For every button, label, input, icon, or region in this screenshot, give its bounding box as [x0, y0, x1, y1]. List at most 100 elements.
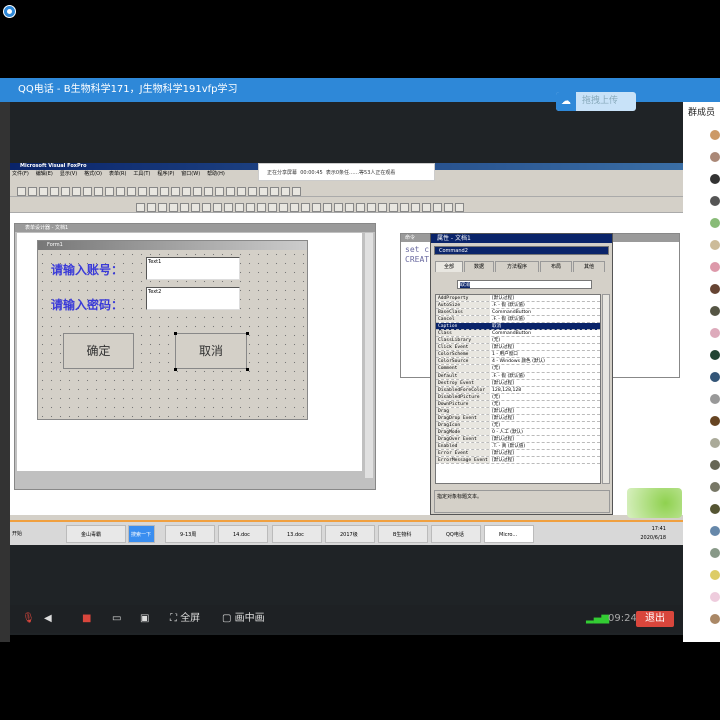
- toolbar-button[interactable]: [257, 203, 266, 212]
- member-avatar[interactable]: [710, 570, 720, 580]
- form-controls-toolbar[interactable]: [10, 199, 683, 213]
- toolbar-button[interactable]: [411, 203, 420, 212]
- toolbar-button[interactable]: [235, 203, 244, 212]
- toolbar-button[interactable]: [268, 203, 277, 212]
- toolbar-button[interactable]: [105, 187, 114, 196]
- taskbar-item[interactable]: 2017级: [325, 525, 375, 543]
- menu-program[interactable]: 程序(P): [157, 171, 174, 177]
- property-row[interactable]: DisabledPicture (无): [436, 393, 600, 401]
- property-value-input[interactable]: 取消: [457, 280, 592, 289]
- toolbar-button[interactable]: [422, 203, 431, 212]
- toolbar-button[interactable]: [367, 203, 376, 212]
- member-avatar[interactable]: [710, 416, 720, 426]
- toolbar-button[interactable]: [281, 187, 290, 196]
- toolbar-button[interactable]: [444, 203, 453, 212]
- toolbar-button[interactable]: [345, 203, 354, 212]
- ok-button[interactable]: 确定: [63, 333, 134, 369]
- property-row[interactable]: Destroy Event [默认过程]: [436, 379, 600, 387]
- toolbar-button[interactable]: [433, 203, 442, 212]
- member-avatar[interactable]: [710, 240, 720, 250]
- member-avatar[interactable]: [710, 372, 720, 382]
- toolbar-button[interactable]: [259, 187, 268, 196]
- property-row[interactable]: Error Event [默认过程]: [436, 450, 600, 458]
- toolbar-button[interactable]: [50, 187, 59, 196]
- designer-scrollbar[interactable]: [365, 233, 373, 478]
- toolbar-button[interactable]: [136, 203, 145, 212]
- exit-button[interactable]: 退出: [636, 611, 674, 627]
- toolbar-button[interactable]: [455, 203, 464, 212]
- toolbar-button[interactable]: [39, 187, 48, 196]
- toolbar-button[interactable]: [72, 187, 81, 196]
- toolbar-button[interactable]: [149, 187, 158, 196]
- cancel-button[interactable]: 取消: [175, 333, 247, 369]
- menu-help[interactable]: 帮助(H): [207, 171, 225, 177]
- member-avatar[interactable]: [710, 438, 720, 448]
- member-avatar[interactable]: [710, 504, 720, 514]
- text1-field[interactable]: Text1: [146, 257, 240, 280]
- member-avatar[interactable]: [710, 218, 720, 228]
- properties-window[interactable]: 属性 - 文档1 Command2 全部 数据 方法程序 布局 其他 取消 Ad…: [430, 233, 613, 515]
- toolbar-button[interactable]: [215, 187, 224, 196]
- speaker-icon[interactable]: ◀: [44, 605, 52, 633]
- property-row[interactable]: Enabled .T. - 真 (默认值): [436, 442, 600, 451]
- toolbar-button[interactable]: [237, 187, 246, 196]
- property-row[interactable]: DownPicture (无): [436, 400, 600, 408]
- toolbar-button[interactable]: [224, 203, 233, 212]
- toolbar-button[interactable]: [28, 187, 37, 196]
- toolbar-button[interactable]: [61, 187, 70, 196]
- standard-toolbar[interactable]: [10, 183, 683, 197]
- menu-format[interactable]: 格式(O): [84, 171, 102, 177]
- menu-form[interactable]: 表单(R): [109, 171, 126, 177]
- toolbar-button[interactable]: [248, 187, 257, 196]
- property-row[interactable]: ClassLibrary (无): [436, 337, 600, 345]
- tab-data[interactable]: 数据: [464, 261, 494, 272]
- menu-edit[interactable]: 编辑(E): [36, 171, 53, 177]
- menu-view[interactable]: 显示(V): [60, 171, 77, 177]
- member-avatar[interactable]: [710, 460, 720, 470]
- toolbar-button[interactable]: [169, 203, 178, 212]
- text2-field[interactable]: Text2: [146, 287, 240, 310]
- tab-other[interactable]: 其他: [573, 261, 605, 272]
- tab-layout[interactable]: 布局: [540, 261, 572, 272]
- property-row[interactable]: Class CommandButton: [436, 330, 600, 338]
- property-row[interactable]: DisabledForeColor 128,128,128: [436, 386, 600, 394]
- property-row[interactable]: Cancel .F. - 假 (默认值): [436, 316, 600, 324]
- pip-button[interactable]: ▢ 画中画: [222, 605, 265, 633]
- member-avatar[interactable]: [710, 394, 720, 404]
- taskbar-item[interactable]: Micro...: [484, 525, 534, 543]
- member-avatar[interactable]: [710, 174, 720, 184]
- toolbar-button[interactable]: [204, 187, 213, 196]
- taskbar-item[interactable]: 14.doc: [218, 525, 268, 543]
- form1[interactable]: Form1 请输入账号： 请输入密码： Text1 Text2 确定 取消: [37, 240, 308, 420]
- member-avatar[interactable]: [710, 548, 720, 558]
- property-row[interactable]: Drag [默认过程]: [436, 407, 600, 415]
- property-list[interactable]: AddProperty [默认过程] AutoSize .F. - 假 (默认值) Ba…: [435, 294, 601, 484]
- member-list[interactable]: 群成员: [683, 102, 720, 642]
- toolbar-button[interactable]: [83, 187, 92, 196]
- toolbar-button[interactable]: [312, 203, 321, 212]
- toolbar-button[interactable]: [279, 203, 288, 212]
- toolbar-button[interactable]: [138, 187, 147, 196]
- toolbar-button[interactable]: [17, 187, 26, 196]
- member-avatar[interactable]: [710, 196, 720, 206]
- toolbar-button[interactable]: [213, 203, 222, 212]
- toolbar-button[interactable]: [94, 187, 103, 196]
- property-row[interactable]: DragDrop Event [默认过程]: [436, 414, 600, 422]
- account-label[interactable]: 请输入账号：: [51, 261, 123, 278]
- password-label[interactable]: 请输入密码：: [51, 296, 123, 313]
- property-row[interactable]: AutoSize .F. - 假 (默认值): [436, 302, 600, 310]
- ime-widget[interactable]: [627, 488, 682, 518]
- property-row[interactable]: Default .F. - 假 (默认值): [436, 372, 600, 380]
- toolbar-button[interactable]: [292, 187, 301, 196]
- property-row[interactable]: BaseClass CommandButton: [436, 309, 600, 317]
- taskbar-item[interactable]: 13.doc: [272, 525, 322, 543]
- upload-button[interactable]: ☁ 拖拽上传: [556, 92, 636, 111]
- property-row[interactable]: DragIcon (无): [436, 421, 600, 429]
- toolbar-button[interactable]: [400, 203, 409, 212]
- toolbar-button[interactable]: [180, 203, 189, 212]
- member-avatar[interactable]: [710, 328, 720, 338]
- member-avatar[interactable]: [710, 262, 720, 272]
- toolbar-button[interactable]: [246, 203, 255, 212]
- camera-off-icon[interactable]: ■: [82, 605, 91, 633]
- toolbar-button[interactable]: [226, 187, 235, 196]
